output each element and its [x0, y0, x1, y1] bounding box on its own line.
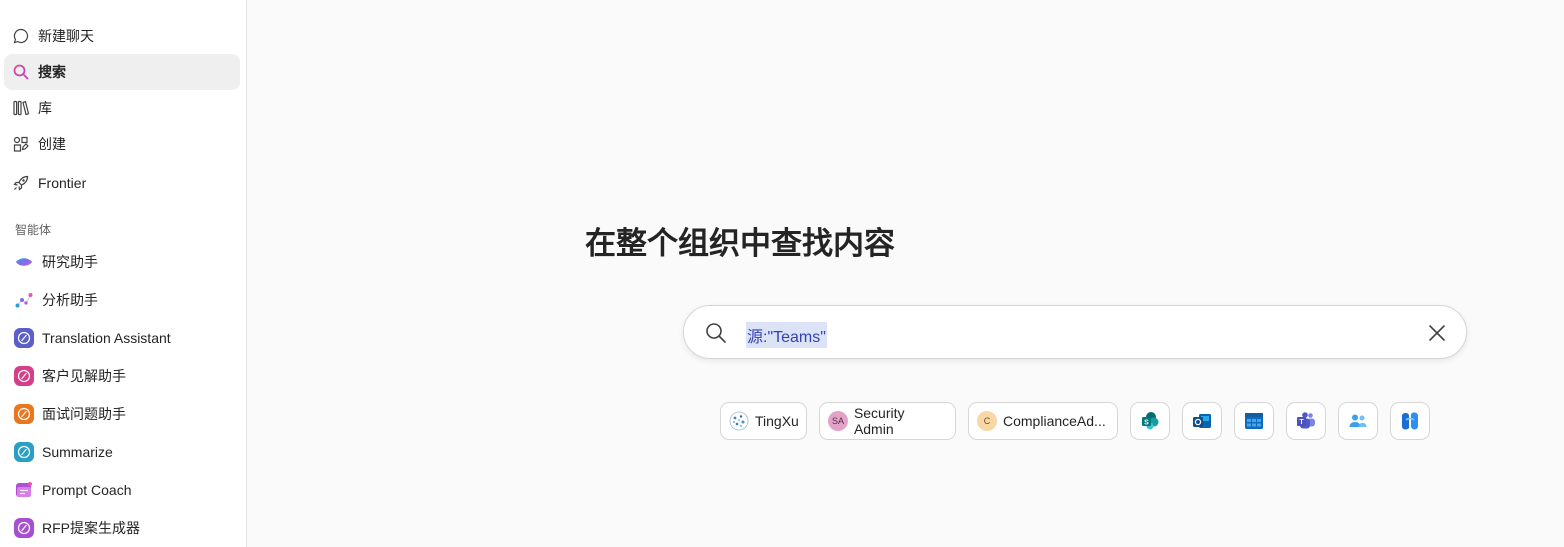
- analyst-icon: [14, 290, 34, 310]
- outlook-icon: [1193, 414, 1211, 428]
- agent-icon: [14, 366, 34, 386]
- agent-icon: [14, 518, 34, 538]
- nav-label: Frontier: [38, 175, 87, 191]
- agent-icon: [14, 442, 34, 462]
- person-chip-security-admin[interactable]: SA Security Admin: [819, 402, 956, 440]
- researcher-icon: [14, 252, 34, 272]
- planner-icon: [1245, 413, 1263, 429]
- agent-icon: [14, 404, 34, 424]
- page-title: 在整个组织中查找内容: [585, 226, 895, 261]
- agent-label: 分析助手: [42, 292, 98, 308]
- agent-analyst[interactable]: 分析助手: [4, 282, 240, 318]
- agent-label: RFP提案生成器: [42, 520, 140, 536]
- source-chip-sharepoint[interactable]: S: [1130, 402, 1170, 440]
- teams-icon: T: [1297, 412, 1315, 429]
- nav-library[interactable]: 库: [4, 90, 240, 126]
- person-chip-compliance-admin[interactable]: C ComplianceAd...: [968, 402, 1118, 440]
- sidebar: 新建聊天 搜索 库 创建 Frontier 智能体 研究助手 分析助手 Tran…: [0, 0, 247, 547]
- agent-researcher[interactable]: 研究助手: [4, 244, 240, 280]
- library-icon: [12, 99, 30, 117]
- svg-text:T: T: [1299, 419, 1304, 426]
- source-chip-planner[interactable]: [1234, 402, 1274, 440]
- agent-label: 客户见解助手: [42, 368, 126, 384]
- agents-section-label: 智能体: [15, 223, 52, 237]
- source-chip-outlook[interactable]: [1182, 402, 1222, 440]
- nav-label: 库: [38, 100, 52, 116]
- agent-customer-insights[interactable]: 客户见解助手: [4, 358, 240, 394]
- chip-label: ComplianceAd...: [1003, 413, 1106, 429]
- chip-label: Security Admin: [853, 405, 905, 437]
- source-chip-teams[interactable]: T: [1286, 402, 1326, 440]
- agent-summarize[interactable]: Summarize: [4, 434, 240, 470]
- sharepoint-icon: S: [1142, 412, 1159, 430]
- agent-icon: [14, 328, 34, 348]
- tx-avatar-icon: [729, 411, 749, 431]
- nav-new-chat[interactable]: 新建聊天: [4, 18, 240, 54]
- loop-icon: [1402, 412, 1418, 430]
- nav-label: 新建聊天: [38, 28, 94, 44]
- agent-label: Translation Assistant: [42, 330, 171, 346]
- close-icon[interactable]: [1426, 322, 1448, 344]
- search-icon: [706, 323, 726, 343]
- main-content: 在整个组织中查找内容 源:"Teams" TingXu SA Security …: [247, 0, 1564, 547]
- people-icon: [1349, 414, 1367, 427]
- agent-rfp-generator[interactable]: RFP提案生成器: [4, 510, 240, 546]
- nav-create[interactable]: 创建: [4, 126, 240, 162]
- source-chip-people[interactable]: [1338, 402, 1378, 440]
- nav-search[interactable]: 搜索: [4, 54, 240, 90]
- chat-bubble-icon: [12, 27, 30, 45]
- agent-translation-assistant[interactable]: Translation Assistant: [4, 320, 240, 356]
- agent-label: 面试问题助手: [42, 406, 126, 422]
- source-chip-loop[interactable]: [1390, 402, 1430, 440]
- prompt-coach-icon: [14, 480, 34, 500]
- nav-frontier[interactable]: Frontier: [4, 165, 240, 201]
- avatar: C: [977, 411, 997, 431]
- agent-label: Prompt Coach: [42, 482, 132, 498]
- search-input[interactable]: 源:"Teams": [746, 322, 827, 348]
- nav-label: 搜索: [38, 64, 66, 80]
- svg-text:S: S: [1144, 420, 1149, 427]
- agent-interview-questions[interactable]: 面试问题助手: [4, 396, 240, 432]
- chip-label: TingXu: [755, 413, 799, 429]
- create-icon: [12, 135, 30, 153]
- nav-label: 创建: [38, 136, 66, 152]
- person-chip-tingxu[interactable]: TingXu: [720, 402, 807, 440]
- rocket-icon: [12, 174, 30, 192]
- avatar: SA: [828, 411, 848, 431]
- agent-label: 研究助手: [42, 254, 98, 270]
- search-icon: [12, 63, 30, 81]
- agent-prompt-coach[interactable]: Prompt Coach: [4, 472, 240, 508]
- search-box[interactable]: 源:"Teams": [683, 305, 1467, 359]
- agent-label: Summarize: [42, 444, 113, 460]
